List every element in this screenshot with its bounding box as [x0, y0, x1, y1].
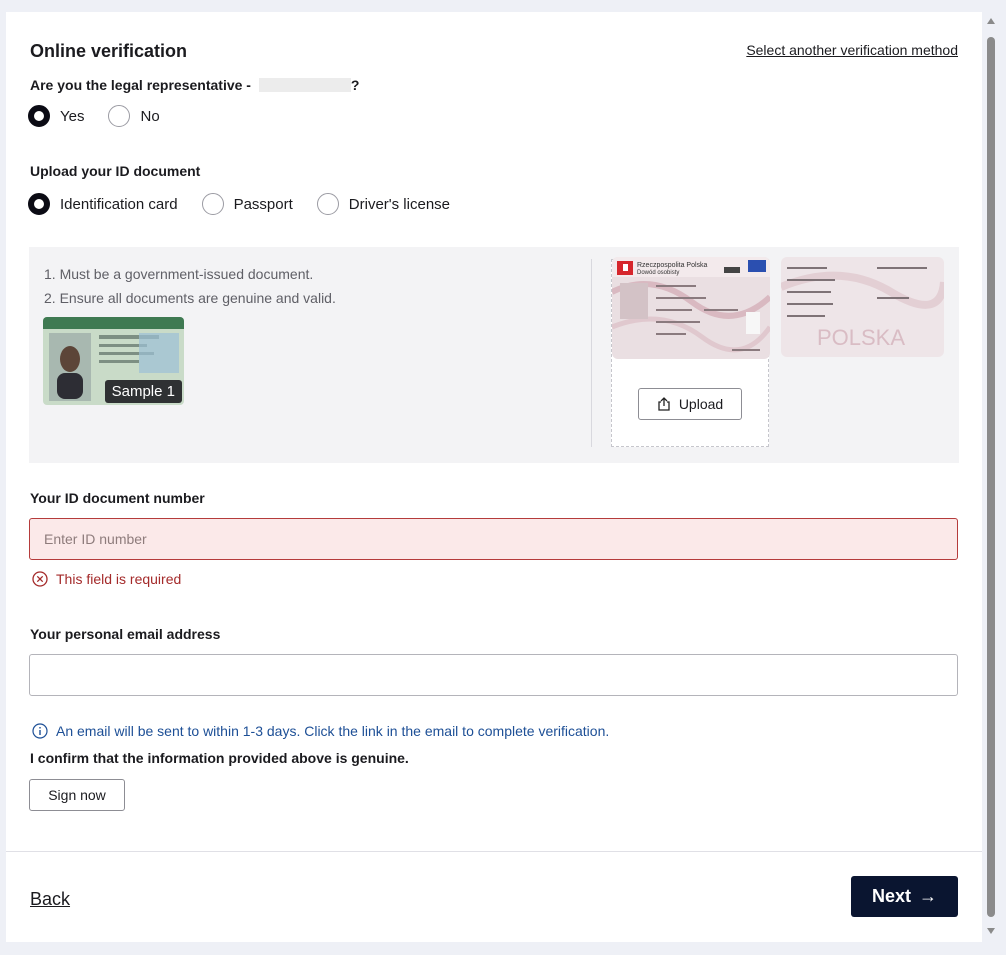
radio-identification-card-label: Identification card: [60, 195, 178, 213]
radio-drivers-license-indicator[interactable]: [316, 193, 339, 215]
question-end: ?: [350, 77, 360, 93]
panel-divider: [591, 259, 592, 447]
next-button[interactable]: Next →: [851, 876, 958, 917]
page-title: Online verification: [30, 41, 188, 61]
radio-drivers-license-label: Driver's license: [348, 195, 451, 213]
radio-yes-indicator[interactable]: [28, 105, 50, 127]
id-front-subtitle: Dowód osobisty: [637, 270, 679, 276]
radio-no[interactable]: No: [108, 105, 160, 127]
info-circle-icon: [32, 723, 48, 739]
upload-icon: [658, 397, 670, 411]
sample-id-image[interactable]: Sample 1: [43, 317, 184, 405]
radio-drivers-license[interactable]: Driver's license: [316, 193, 451, 215]
document-type-radio-group: Identification card Passport Driver's li…: [28, 193, 474, 215]
id-number-label: Your ID document number: [30, 490, 205, 506]
footer-divider: [6, 851, 982, 852]
requirement-1: 1. Must be a government-issued document.: [44, 266, 314, 282]
radio-yes-label: Yes: [60, 107, 85, 125]
id-card-back-sample: POLSKA: [781, 257, 944, 357]
sample-label: Sample 1: [104, 380, 182, 403]
id-number-error: This field is required: [32, 571, 181, 587]
scrollbar[interactable]: [984, 12, 998, 942]
verification-card: Online verification Select another verif…: [6, 12, 982, 942]
select-another-method-link[interactable]: Select another verification method: [746, 42, 958, 58]
scrollbar-thumb[interactable]: [987, 37, 995, 917]
id-number-input[interactable]: [29, 518, 958, 560]
email-info-message: An email will be sent to within 1-3 days…: [32, 723, 609, 739]
error-text: This field is required: [56, 571, 182, 587]
upload-panel: 1. Must be a government-issued document.…: [29, 247, 959, 463]
upload-button[interactable]: Upload: [638, 388, 742, 420]
question-text: Are you the legal representative -: [30, 77, 255, 93]
error-circle-x-icon: [32, 571, 48, 587]
scroll-up-icon[interactable]: [987, 18, 995, 24]
next-button-label: Next: [871, 886, 911, 906]
representative-radio-group: Yes No: [28, 105, 184, 127]
radio-identification-card[interactable]: Identification card: [28, 193, 178, 215]
legal-representative-question: Are you the legal representative - ?: [30, 77, 359, 93]
arrow-right-icon: →: [919, 886, 937, 906]
id-card-back-illustration: POLSKA: [781, 257, 944, 357]
radio-passport-label: Passport: [233, 195, 293, 213]
requirement-2: 2. Ensure all documents are genuine and …: [44, 290, 336, 306]
redacted-company-name: [258, 78, 351, 92]
confirm-statement: I confirm that the information provided …: [30, 750, 409, 766]
id-back-watermark: POLSKA: [817, 325, 905, 350]
back-link[interactable]: Back: [30, 889, 70, 910]
radio-passport-indicator[interactable]: [201, 193, 224, 215]
email-input[interactable]: [29, 654, 958, 696]
radio-identification-card-indicator[interactable]: [28, 193, 50, 215]
radio-yes[interactable]: Yes: [28, 105, 84, 127]
sign-now-button[interactable]: Sign now: [29, 779, 125, 811]
radio-no-indicator[interactable]: [108, 105, 131, 127]
radio-no-label: No: [140, 107, 160, 125]
id-card-front-illustration: Rzeczpospolita Polska Dowód osobisty: [612, 257, 770, 359]
scroll-down-icon[interactable]: [987, 928, 995, 934]
id-front-title: Rzeczpospolita Polska: [637, 262, 708, 269]
upload-id-label: Upload your ID document: [30, 163, 201, 179]
info-text: An email will be sent to within 1-3 days…: [56, 723, 610, 739]
radio-passport[interactable]: Passport: [201, 193, 293, 215]
email-label: Your personal email address: [30, 626, 221, 642]
id-card-front-sample: Rzeczpospolita Polska Dowód osobisty: [612, 257, 770, 359]
upload-button-label: Upload: [678, 396, 724, 412]
